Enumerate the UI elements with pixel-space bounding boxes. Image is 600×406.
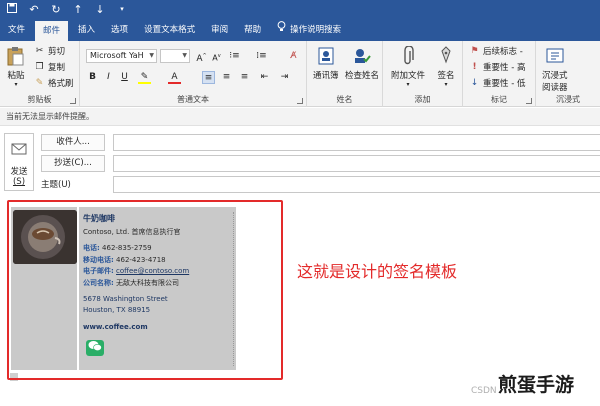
up-arrow-icon[interactable]: ↑ — [72, 0, 84, 19]
send-label: 发送 — [10, 167, 28, 177]
to-field[interactable] — [113, 134, 600, 151]
csdn-watermark: CSDN — [471, 386, 497, 396]
numbering-icon[interactable]: ⁞≡ — [255, 50, 268, 63]
signature-icon — [435, 45, 457, 67]
clear-format-icon[interactable]: A̸ — [287, 50, 300, 63]
underline-icon[interactable]: U — [118, 71, 131, 84]
immersive-reader-button[interactable]: 沉浸式 阅读器 — [542, 45, 568, 93]
follow-up-button[interactable]: ⚑ 后续标志 - — [469, 45, 522, 58]
check-names-icon — [351, 45, 373, 67]
high-importance-button[interactable]: ! 重要性 - 高 — [469, 61, 525, 74]
shrink-font-icon[interactable]: Av — [210, 50, 223, 63]
exclamation-icon: ! — [472, 61, 477, 72]
brush-icon: ✎ — [35, 77, 44, 88]
tab-message[interactable]: 邮件 — [35, 21, 69, 41]
names-group: 通讯簿 检查姓名 姓名 — [307, 41, 383, 107]
format-painter-button[interactable]: ✎ 格式刷 — [34, 77, 74, 90]
italic-icon[interactable]: I — [102, 71, 115, 84]
low-importance-button[interactable]: ↓ 重要性 - 低 — [469, 77, 526, 90]
cut-button[interactable]: ✂ 剪切 — [34, 45, 65, 58]
bullets-icon[interactable]: ⁝≡ — [228, 50, 241, 63]
scissors-icon: ✂ — [35, 45, 44, 56]
tell-me-search[interactable]: 操作说明搜索 — [269, 19, 349, 41]
check-names-button[interactable]: 检查姓名 — [345, 45, 379, 81]
undo-icon[interactable]: ↶ — [28, 0, 40, 19]
font-name-select[interactable]: Microsoft YaH ▼ — [86, 49, 157, 63]
tab-review[interactable]: 审阅 — [203, 19, 236, 41]
address-book-button[interactable]: 通讯簿 — [313, 45, 339, 81]
flag-icon: ⚑ — [470, 45, 479, 56]
paperclip-icon — [397, 45, 419, 67]
dialog-launcher-icon[interactable] — [526, 98, 532, 104]
cc-button[interactable]: 抄送(C)... — [41, 155, 105, 172]
tags-group: ⚑ 后续标志 - ! 重要性 - 高 ↓ 重要性 - 低 标记 — [463, 41, 536, 107]
increase-indent-icon[interactable]: ⇥ — [278, 71, 291, 84]
decrease-indent-icon[interactable]: ⇤ — [258, 71, 271, 84]
send-key: (S) — [12, 177, 26, 187]
subject-field[interactable] — [113, 176, 600, 193]
immersive-group-label: 沉浸式 — [556, 95, 580, 104]
address-book-icon — [315, 45, 337, 67]
tab-format-text[interactable]: 设置文本格式 — [136, 19, 203, 41]
redo-icon[interactable]: ↻ — [50, 0, 62, 19]
cc-field[interactable] — [113, 155, 600, 172]
tags-group-label: 标记 — [491, 95, 507, 104]
include-group-label: 添加 — [414, 95, 431, 104]
customize-icon[interactable]: ▾ — [116, 0, 128, 19]
chevron-down-icon: ▾ — [406, 81, 410, 88]
title-bar: ↶ ↻ ↑ ↓ ▾ — [0, 0, 600, 19]
immersive-reader-icon — [544, 45, 566, 67]
include-group: 附加文件 ▾ 签名 ▾ 添加 — [383, 41, 463, 107]
annotation-callout: 这就是设计的签名模板 — [297, 262, 458, 281]
down-arrow-icon[interactable]: ↓ — [94, 0, 106, 19]
copy-icon: ❐ — [35, 61, 44, 72]
copy-button[interactable]: ❐ 复制 — [34, 61, 65, 74]
font-color-icon[interactable]: A — [168, 71, 181, 84]
highlight-icon[interactable]: ✎ — [138, 71, 151, 84]
font-size-select[interactable]: ▼ — [160, 49, 190, 63]
save-icon[interactable] — [6, 0, 18, 19]
down-arrow-icon: ↓ — [470, 77, 479, 88]
signature-button[interactable]: 签名 ▾ — [435, 45, 457, 88]
tab-help[interactable]: 帮助 — [236, 19, 269, 41]
names-group-label: 姓名 — [336, 95, 353, 104]
chevron-down-icon: ▾ — [444, 81, 448, 88]
align-right-icon[interactable]: ≡ — [238, 71, 251, 84]
paste-icon — [5, 45, 27, 67]
to-button[interactable]: 收件人... — [41, 134, 105, 151]
basic-text-group-label: 普通文本 — [177, 95, 209, 104]
ribbon-tabs: 文件 邮件 插入 选项 设置文本格式 审阅 帮助 操作说明搜索 — [0, 19, 600, 41]
subject-label: 主题(U) — [41, 180, 71, 190]
send-button[interactable]: 发送 (S) — [4, 133, 34, 191]
clipboard-group: 粘贴 ▾ ✂ 剪切 ❐ 复制 ✎ 格式刷 剪贴板 — [0, 41, 80, 107]
tell-me-label: 操作说明搜索 — [290, 25, 342, 35]
send-icon — [11, 143, 27, 159]
brand-watermark: 煎蛋手游 — [498, 374, 575, 396]
clipboard-group-label: 剪贴板 — [27, 95, 52, 104]
align-left-icon[interactable]: ≡ — [202, 71, 215, 84]
chevron-down-icon: ▾ — [14, 81, 18, 88]
align-center-icon[interactable]: ≡ — [220, 71, 233, 84]
chevron-down-icon: ▼ — [149, 52, 154, 59]
paste-button[interactable]: 粘贴 ▾ — [5, 45, 27, 88]
ribbon: 粘贴 ▾ ✂ 剪切 ❐ 复制 ✎ 格式刷 剪贴板 Microsoft YaH ▼… — [0, 41, 600, 107]
bold-icon[interactable]: B — [86, 71, 99, 84]
immersive-group: 沉浸式 阅读器 沉浸式 — [536, 41, 600, 107]
tab-options[interactable]: 选项 — [103, 19, 136, 41]
dialog-launcher-icon[interactable] — [70, 98, 76, 104]
tab-insert[interactable]: 插入 — [70, 19, 103, 41]
info-bar: 当前无法显示邮件提醒。 — [0, 108, 600, 126]
attach-file-button[interactable]: 附加文件 ▾ — [391, 45, 425, 88]
grow-font-icon[interactable]: A^ — [195, 50, 208, 64]
lightbulb-icon — [277, 19, 286, 41]
dialog-launcher-icon[interactable] — [297, 98, 303, 104]
highlight-frame — [7, 200, 283, 380]
basic-text-group: Microsoft YaH ▼ ▼ A^ Av ⁝≡ ⁞≡ A̸ B I U ✎… — [80, 41, 307, 107]
tab-file[interactable]: 文件 — [0, 19, 33, 41]
chevron-down-icon: ▼ — [182, 52, 187, 59]
